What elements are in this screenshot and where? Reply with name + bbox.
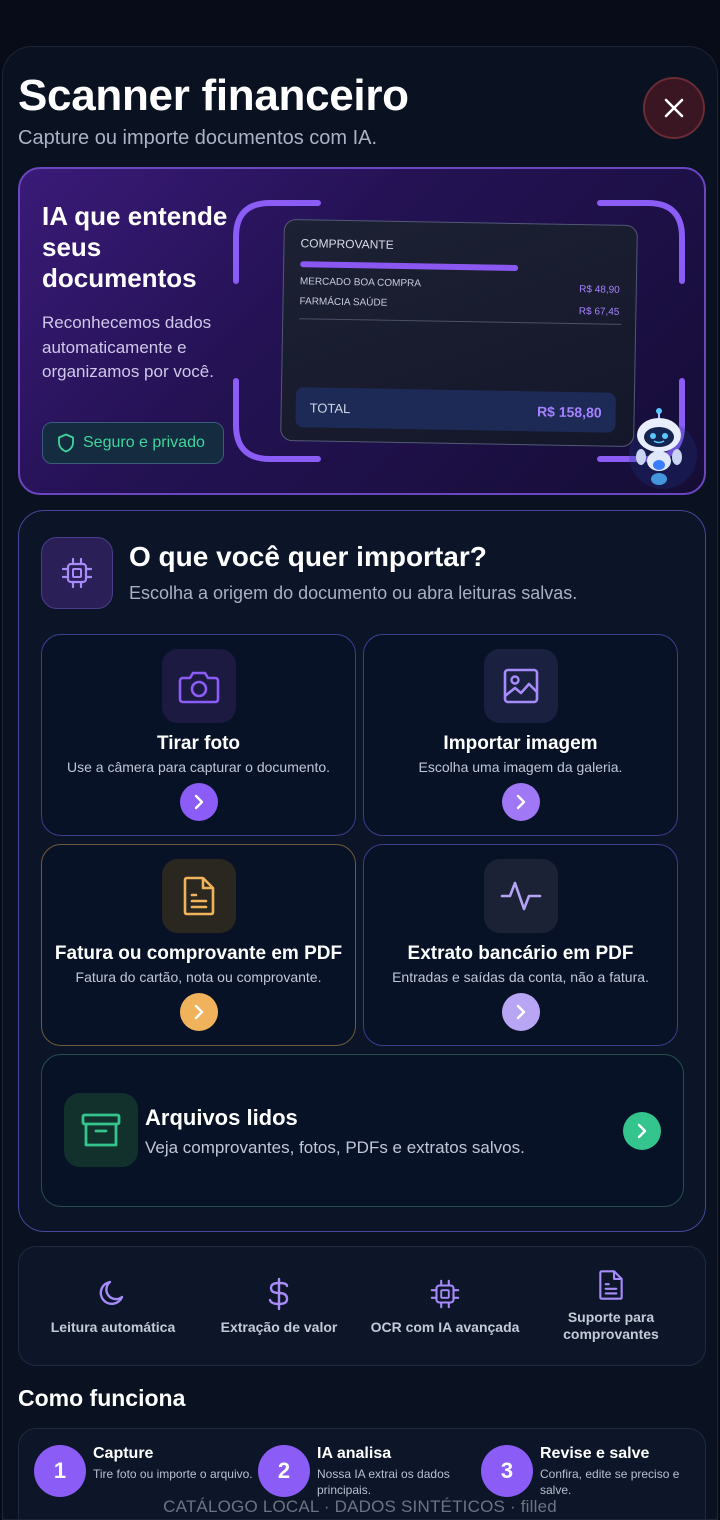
scanner-sheet: Scanner financeiro Capture ou importe do… — [2, 46, 718, 1520]
option-desc: Entradas e saídas da conta, não a fatura… — [392, 969, 649, 985]
step-desc: Tire foto ou importe o arquivo. — [93, 1467, 253, 1481]
files-desc: Veja comprovantes, fotos, PDFs e extrato… — [145, 1138, 525, 1157]
chevron-right-icon — [516, 1004, 526, 1020]
feature-label: Suporte para comprovantes — [563, 1309, 659, 1342]
import-card: O que você quer importar? Escolha a orig… — [18, 510, 706, 1232]
receipt-total-label: TOTAL — [309, 399, 351, 416]
option-desc: Use a câmera para capturar o documento. — [66, 759, 331, 775]
camera-icon — [178, 671, 220, 704]
archive-icon — [81, 1113, 121, 1147]
import-title: O que você quer importar? — [129, 541, 487, 572]
receipt-total-value: R$ 158,80 — [536, 403, 602, 421]
pdf-invoice-option[interactable]: Fatura ou comprovante em PDF Fatura do c… — [41, 844, 356, 1046]
feature-label: Extração de valor — [220, 1319, 338, 1335]
step-item: 1 Capture Tire foto ou importe o arquivo… — [34, 1445, 258, 1505]
moon-icon — [99, 1280, 124, 1306]
option-title: Importar imagem — [443, 733, 598, 754]
footer-note: CATÁLOGO LOCAL · DADOS SINTÉTICOS · fill… — [163, 1497, 557, 1516]
hero-banner: IA que entende seus documentos Reconhece… — [18, 167, 706, 495]
file-text-icon-box — [162, 859, 236, 933]
archive-icon-box — [64, 1093, 138, 1167]
read-files-row[interactable]: Arquivos lidos Veja comprovantes, fotos,… — [41, 1054, 684, 1207]
secure-badge: Seguro e privado — [42, 422, 224, 464]
option-desc: Escolha uma imagem da galeria. — [418, 759, 623, 775]
chevron-right-icon — [516, 794, 526, 810]
step-number: 3 — [481, 1445, 533, 1497]
file-text-icon — [183, 876, 215, 916]
receipt-total: TOTAL R$ 158,80 — [295, 387, 616, 433]
option-desc: Fatura do cartão, nota ou comprovante. — [75, 969, 322, 985]
receipt-divider — [299, 318, 622, 325]
secure-badge-label: Seguro e privado — [83, 434, 205, 451]
take-photo-go-button[interactable] — [180, 783, 218, 821]
camera-icon-box — [162, 649, 236, 723]
chevron-right-icon — [637, 1123, 647, 1139]
feature-item: Suporte para comprovantes — [525, 1247, 697, 1367]
read-files-go-button[interactable] — [623, 1112, 661, 1150]
receipt-bar — [300, 261, 519, 272]
import-image-go-button[interactable] — [502, 783, 540, 821]
feature-item: Leitura automática — [27, 1247, 199, 1367]
feature-label: OCR com IA avançada — [370, 1319, 520, 1335]
features-strip: Leitura automática Extração de valor OCR… — [18, 1246, 706, 1366]
hero-text: Reconhecemos dados automaticamente e org… — [42, 313, 214, 381]
step-item: 2 IA analisa Nossa IA extrai os dados pr… — [258, 1445, 482, 1505]
image-icon-box — [484, 649, 558, 723]
step-number: 1 — [34, 1445, 86, 1497]
import-image-option[interactable]: Importar imagem Escolha uma imagem da ga… — [363, 634, 678, 836]
receipt-row-value: R$ 48,90 — [579, 284, 620, 296]
chip-icon — [430, 1279, 460, 1309]
bank-statement-option[interactable]: Extrato bancário em PDF Entradas e saída… — [363, 844, 678, 1046]
step-title: Revise e salve — [540, 1445, 650, 1462]
activity-icon — [500, 881, 542, 911]
shield-icon — [58, 433, 74, 453]
chip-badge — [41, 537, 113, 609]
hero-title: IA que entende seus documentos — [42, 201, 228, 293]
files-title: Arquivos lidos — [145, 1105, 298, 1130]
option-title: Tirar foto — [156, 733, 241, 754]
receipt-row-label: MERCADO BOA COMPRA — [299, 276, 422, 290]
close-icon — [664, 98, 684, 118]
image-icon — [503, 668, 539, 704]
step-desc: Nossa IA extrai os dados principais. — [317, 1467, 450, 1497]
step-number: 2 — [258, 1445, 310, 1497]
step-title: Capture — [93, 1445, 154, 1462]
robot-mascot-icon — [629, 408, 697, 489]
page-title: Scanner financeiro — [18, 71, 409, 120]
document-icon — [599, 1270, 623, 1300]
step-item: 3 Revise e salve Confira, edite se preci… — [481, 1445, 705, 1505]
step-title: IA analisa — [317, 1445, 392, 1462]
how-title: Como funciona — [18, 1385, 186, 1411]
receipt-row-value: R$ 67,45 — [578, 306, 620, 318]
feature-item: Extração de valor — [193, 1247, 365, 1367]
receipt-preview: COMPROVANTE MERCADO BOA COMPRA R$ 48,90 … — [280, 218, 638, 448]
import-subtitle: Escolha a origem do documento ou abra le… — [129, 583, 578, 603]
receipt-row-label: FARMÁCIA SAÚDE — [299, 296, 388, 309]
chip-icon — [61, 557, 93, 589]
activity-icon-box — [484, 859, 558, 933]
take-photo-option[interactable]: Tirar foto Use a câmera para capturar o … — [41, 634, 356, 836]
chevron-right-icon — [194, 794, 204, 810]
feature-label: Leitura automática — [50, 1319, 176, 1335]
option-title: Fatura ou comprovante em PDF — [54, 943, 343, 964]
pdf-invoice-go-button[interactable] — [180, 993, 218, 1031]
page-subtitle: Capture ou importe documentos com IA. — [18, 127, 378, 149]
feature-item: OCR com IA avançada — [359, 1247, 531, 1367]
receipt-heading: COMPROVANTE — [300, 236, 394, 252]
close-button[interactable] — [643, 77, 705, 139]
step-desc: Confira, edite se preciso e salve. — [540, 1467, 680, 1497]
chevron-right-icon — [194, 1004, 204, 1020]
bank-statement-go-button[interactable] — [502, 993, 540, 1031]
dollar-icon — [268, 1277, 289, 1311]
option-title: Extrato bancário em PDF — [407, 943, 634, 964]
